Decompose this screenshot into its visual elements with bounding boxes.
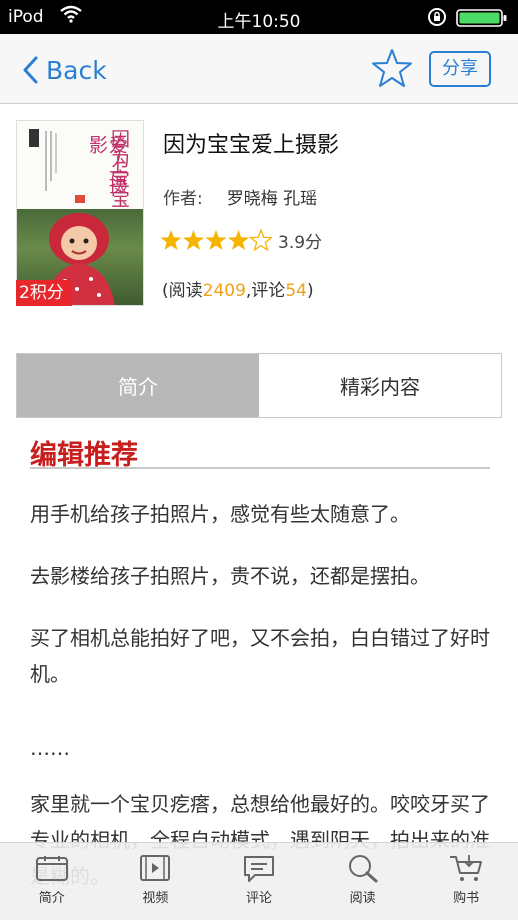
section-divider bbox=[30, 467, 490, 469]
paragraph: 去影楼给孩子拍照片，贵不说，还都是摆拍。 bbox=[30, 564, 430, 588]
tabbar-item-read[interactable]: 阅读 bbox=[311, 843, 415, 920]
author-names: 罗晓梅 孔瑶 bbox=[226, 189, 318, 209]
rating-row: 3.9分 bbox=[160, 228, 322, 253]
read-count[interactable]: 2409 bbox=[203, 281, 246, 301]
star-empty-icon bbox=[248, 228, 272, 251]
book-cover[interactable]: 因为宝宝 爱上摄影 bbox=[16, 120, 144, 306]
tabbar-item-video[interactable]: 视频 bbox=[104, 843, 208, 920]
comment-count[interactable]: 54 bbox=[285, 281, 307, 301]
search-icon bbox=[348, 855, 378, 883]
read-comment-stats: (阅读2409,评论54) bbox=[162, 276, 314, 301]
share-button[interactable]: 分享 bbox=[429, 51, 491, 87]
star-filled-icon bbox=[183, 229, 204, 250]
cover-title-area: 因为宝宝 爱上摄影 bbox=[17, 121, 143, 209]
tabbar-item-comment[interactable]: 评论 bbox=[207, 843, 311, 920]
tab-intro[interactable]: 简介 bbox=[17, 354, 259, 417]
paragraph: 买了相机总能拍好了吧，又不会拍，白白错过了好时机。 bbox=[30, 626, 490, 686]
tab-highlights[interactable]: 精彩内容 bbox=[259, 354, 501, 417]
tabbar-label: 购书 bbox=[453, 891, 480, 906]
comment-icon bbox=[243, 856, 274, 882]
star-outline-icon bbox=[372, 49, 412, 87]
stats-close: ) bbox=[306, 281, 314, 301]
author-label: 作者: bbox=[163, 189, 203, 209]
points-badge: 2积分 bbox=[16, 280, 72, 306]
star-filled-icon bbox=[228, 229, 249, 250]
tabbar-label: 简介 bbox=[38, 891, 65, 906]
tabbar-label: 阅读 bbox=[349, 891, 376, 906]
book-title: 因为宝宝爱上摄影 bbox=[163, 133, 340, 158]
author-row: 作者: 罗晓梅 孔瑶 bbox=[163, 184, 317, 209]
chevron-left-icon bbox=[23, 56, 38, 84]
navigation-bar: Back 分享 bbox=[0, 34, 518, 104]
status-bar: iPod 上午10:50 bbox=[0, 0, 518, 34]
rating-stars bbox=[160, 228, 272, 251]
back-button[interactable]: Back bbox=[22, 52, 107, 88]
star-filled-icon bbox=[160, 229, 182, 250]
bottom-tab-bar: 简介 视频 评论 阅读 购书 bbox=[0, 842, 518, 920]
tabbar-item-buy[interactable]: 购书 bbox=[414, 843, 518, 920]
intro-icon bbox=[35, 856, 68, 881]
rating-score: 3.9分 bbox=[278, 233, 323, 253]
tabbar-label: 视频 bbox=[142, 891, 169, 906]
video-icon bbox=[140, 855, 171, 881]
tabbar-label: 评论 bbox=[245, 891, 272, 906]
tabbar-item-intro[interactable]: 简介 bbox=[0, 843, 104, 920]
back-label: Back bbox=[46, 55, 107, 85]
paragraph: …… bbox=[30, 736, 70, 760]
paragraph: 用手机给孩子拍照片，感觉有些太随意了。 bbox=[30, 502, 410, 526]
battery-icon bbox=[456, 9, 508, 27]
star-filled-icon bbox=[205, 229, 227, 250]
cart-icon bbox=[450, 855, 483, 881]
cover-title-col2: 爱上摄影 bbox=[86, 135, 128, 195]
rotation-lock-icon bbox=[427, 7, 447, 32]
stats-open: (阅读 bbox=[162, 281, 203, 301]
comment-label: ,评论 bbox=[245, 281, 286, 301]
segmented-tabs: 简介 精彩内容 bbox=[16, 353, 502, 418]
favorite-button[interactable] bbox=[371, 48, 413, 92]
